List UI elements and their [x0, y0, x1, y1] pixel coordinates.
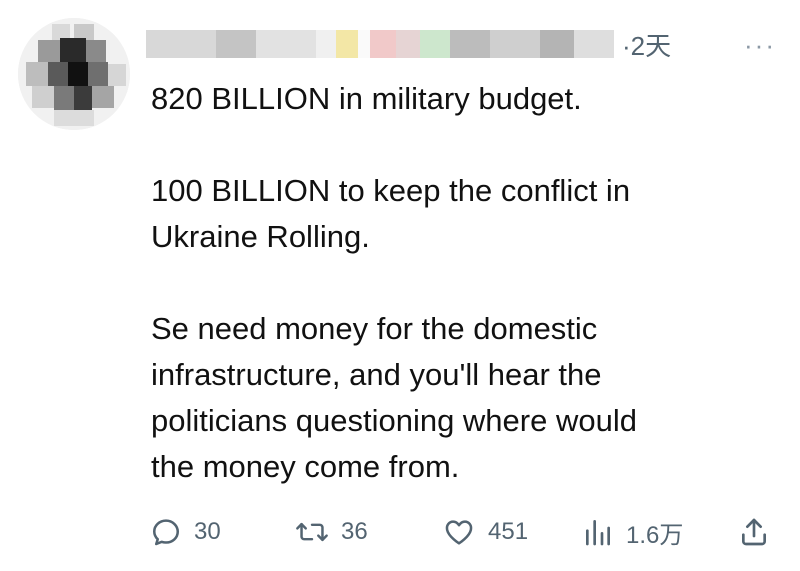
- avatar-pixel: [108, 64, 126, 86]
- share-icon: [742, 518, 766, 546]
- avatar[interactable]: [18, 18, 130, 130]
- heart-icon: [445, 520, 473, 545]
- mosaic-block: [396, 30, 420, 58]
- mosaic-block: [420, 30, 450, 58]
- more-options-icon[interactable]: ···: [744, 30, 776, 61]
- avatar-pixel: [32, 86, 54, 108]
- reply-button[interactable]: 30: [150, 512, 221, 552]
- avatar-pixel: [60, 38, 86, 62]
- avatar-pixel: [48, 62, 68, 86]
- tweet-text: 820 BILLION in military budget. 100 BILL…: [151, 76, 791, 490]
- mosaic-block: [216, 30, 256, 58]
- tweet-paragraph: 820 BILLION in military budget.: [151, 81, 582, 116]
- avatar-pixel: [86, 40, 106, 62]
- post-time[interactable]: ·2天: [622, 26, 671, 63]
- mosaic-block: [370, 30, 396, 58]
- avatar-pixel: [74, 86, 92, 110]
- tweet-header: ·2天 ···: [146, 22, 774, 63]
- mosaic-block: [540, 30, 574, 58]
- avatar-pixel: [54, 110, 94, 126]
- avatar-pixel: [68, 62, 88, 86]
- views-count: 1.6万: [626, 521, 684, 549]
- tweet-line: infrastructure, and you'll hear the: [151, 357, 602, 392]
- avatar-pixel: [38, 40, 60, 62]
- mosaic-block: [574, 30, 614, 58]
- tweet-line: the money come from.: [151, 449, 460, 484]
- views-icon: [586, 520, 610, 546]
- reply-icon: [153, 519, 180, 546]
- mosaic-block: [146, 30, 216, 58]
- mosaic-block: [450, 30, 490, 58]
- share-button[interactable]: [738, 512, 770, 552]
- mosaic-block: [316, 30, 336, 58]
- tweet-line: politicians questioning where would: [151, 403, 637, 438]
- tweet-actions: 30 36 451 1.6万: [150, 512, 780, 552]
- tweet-paragraph: Se need money for the domestic infrastru…: [151, 306, 791, 490]
- tweet-paragraph: 100 BILLION to keep the conflict in Ukra…: [151, 168, 791, 260]
- avatar-pixel: [54, 86, 74, 110]
- avatar-pixel: [92, 86, 114, 108]
- mosaic-block: [358, 30, 370, 58]
- retweet-button[interactable]: 36: [295, 512, 368, 552]
- display-name-redacted[interactable]: [146, 30, 616, 58]
- mosaic-block: [336, 30, 358, 58]
- views-button[interactable]: 1.6万: [582, 512, 683, 552]
- avatar-pixel: [26, 62, 48, 86]
- tweet-line: 100 BILLION to keep the conflict in: [151, 173, 631, 208]
- tweet-line: Ukraine Rolling.: [151, 219, 370, 254]
- tweet-line: Se need money for the domestic: [151, 311, 598, 346]
- retweet-count: 36: [341, 518, 368, 545]
- mosaic-block: [490, 30, 540, 58]
- reply-count: 30: [194, 518, 221, 545]
- like-count: 451: [488, 518, 529, 545]
- like-button[interactable]: 451: [442, 512, 528, 552]
- mosaic-block: [256, 30, 316, 58]
- retweet-icon: [296, 522, 328, 542]
- avatar-pixel: [88, 62, 108, 86]
